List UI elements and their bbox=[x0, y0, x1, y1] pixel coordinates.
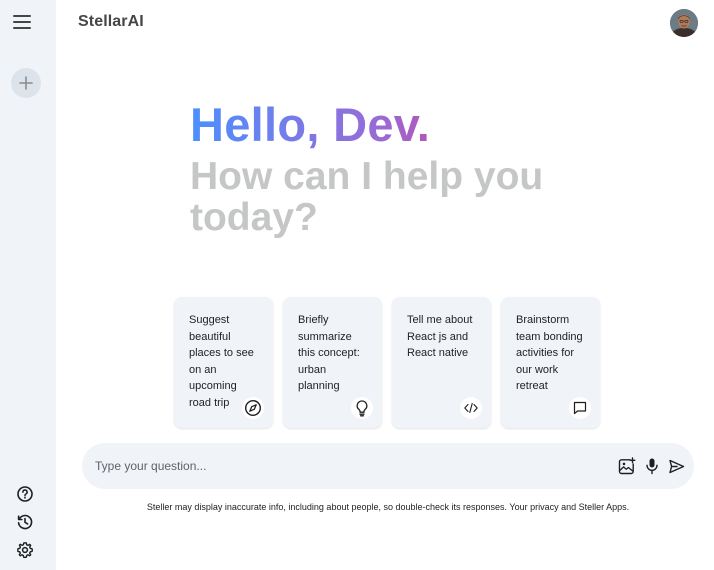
user-avatar[interactable] bbox=[670, 9, 698, 37]
plus-icon bbox=[19, 76, 33, 90]
send-icon bbox=[668, 459, 684, 473]
question-input[interactable] bbox=[95, 455, 595, 477]
greeting-subtitle: How can I help you today? bbox=[190, 155, 544, 239]
suggestion-card[interactable]: Suggest beautiful places to see on an up… bbox=[174, 297, 273, 428]
settings-icon bbox=[17, 542, 33, 559]
new-chat-button[interactable] bbox=[11, 68, 41, 98]
compass-icon bbox=[244, 399, 262, 417]
lightbulb-icon bbox=[356, 400, 368, 417]
add-image-button[interactable] bbox=[616, 456, 636, 476]
help-button[interactable] bbox=[16, 485, 34, 503]
disclaimer-text: Steller may display inaccurate info, inc… bbox=[146, 502, 630, 512]
help-icon bbox=[17, 486, 33, 502]
greeting-hello: Hello, Dev. bbox=[190, 98, 610, 152]
history-icon bbox=[17, 514, 33, 530]
microphone-icon bbox=[646, 458, 658, 475]
greeting: Hello, Dev. How can I help you today? bbox=[190, 98, 610, 238]
suggestion-card-text: Briefly summarize this concept: urban pl… bbox=[298, 314, 360, 392]
send-button[interactable] bbox=[666, 456, 686, 476]
microphone-button[interactable] bbox=[642, 456, 662, 476]
suggestion-card-text: Suggest beautiful places to see on an up… bbox=[189, 314, 254, 409]
suggestion-card[interactable]: Briefly summarize this concept: urban pl… bbox=[283, 297, 382, 428]
prompt-bar bbox=[82, 443, 694, 489]
add-image-icon bbox=[618, 456, 635, 474]
hamburger-menu-icon[interactable] bbox=[11, 12, 33, 32]
suggestion-card-text: Tell me about React js and React native bbox=[407, 314, 473, 359]
suggestion-card[interactable]: Brainstorm team bonding activities for o… bbox=[501, 297, 600, 428]
history-button[interactable] bbox=[16, 513, 34, 531]
settings-button[interactable] bbox=[16, 541, 34, 559]
suggestion-card[interactable]: Tell me about React js and React native bbox=[392, 297, 491, 428]
suggestion-cards: Suggest beautiful places to see on an up… bbox=[174, 297, 600, 428]
suggestion-card-text: Brainstorm team bonding activities for o… bbox=[516, 314, 583, 392]
message-icon bbox=[573, 401, 587, 415]
code-icon bbox=[464, 402, 478, 414]
avatar-image bbox=[670, 9, 698, 37]
app-title: StellarAI bbox=[78, 13, 144, 30]
sidebar bbox=[0, 0, 56, 570]
